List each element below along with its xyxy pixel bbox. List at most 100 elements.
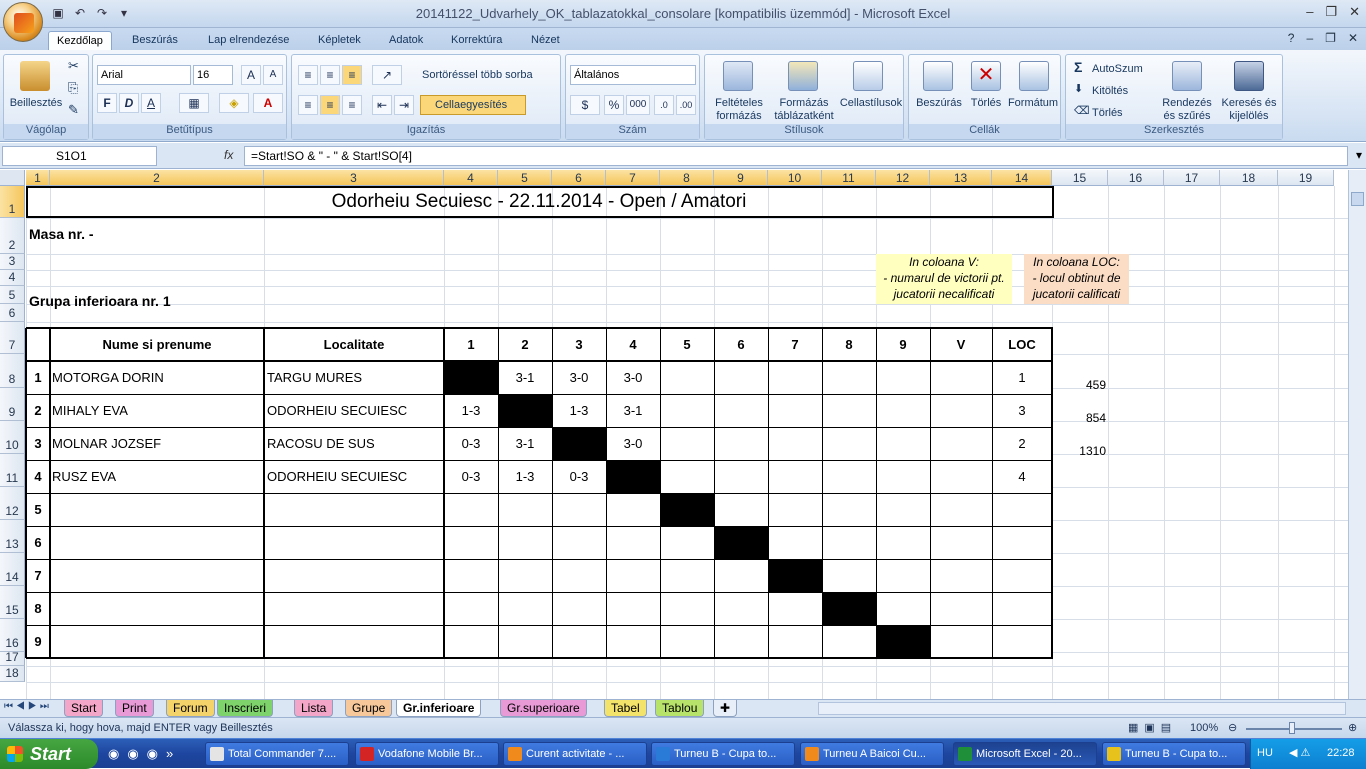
taskbar-task[interactable]: Curent activitate - ... (503, 742, 647, 766)
font-size-select[interactable]: 16 (193, 65, 233, 85)
paste-button[interactable]: Beillesztés (6, 97, 66, 110)
format-as-table-button[interactable]: Formázás táblázatként (771, 97, 837, 123)
insert-sheet-icon[interactable]: ✚ (713, 700, 738, 717)
font-color-icon[interactable]: A (253, 93, 283, 113)
column-header[interactable]: 16 (1108, 170, 1164, 186)
fill-button[interactable]: Kitöltés (1092, 85, 1128, 98)
row-header[interactable]: 15 (0, 586, 25, 619)
tab-beszuras[interactable]: Beszúrás (124, 31, 186, 50)
row-header[interactable]: 2 (0, 218, 25, 254)
row-header[interactable]: 10 (0, 421, 25, 454)
column-header[interactable]: 18 (1220, 170, 1278, 186)
doc-restore-icon[interactable]: ❐ (1325, 31, 1336, 45)
currency-icon[interactable]: $ (570, 95, 600, 115)
tray-icons[interactable]: ◀ ⚠ (1289, 746, 1310, 759)
language-indicator[interactable]: HU (1257, 747, 1273, 759)
decrease-decimal-icon[interactable]: .00 (676, 95, 696, 115)
column-header[interactable]: 19 (1278, 170, 1334, 186)
row-header[interactable]: 11 (0, 454, 25, 487)
align-right-icon[interactable]: ≡ (342, 95, 362, 115)
font-name-select[interactable]: Arial (97, 65, 191, 85)
maximize-icon[interactable]: ❐ (1325, 4, 1337, 20)
help-icon[interactable]: ? (1288, 31, 1295, 45)
taskbar-task[interactable]: Vodafone Mobile Br... (355, 742, 499, 766)
borders-icon[interactable]: ▦ (179, 93, 209, 113)
sheet-nav-icon[interactable]: ⏮◀▶⏭ (4, 701, 52, 712)
doc-minimize-icon[interactable]: – (1306, 31, 1313, 45)
row-header[interactable]: 12 (0, 487, 25, 520)
tab-adatok[interactable]: Adatok (381, 31, 431, 50)
row-header[interactable]: 13 (0, 520, 25, 553)
quick-launch-icons[interactable]: ◉◉◉» (108, 746, 181, 762)
autosum-button[interactable]: AutoSzum (1092, 63, 1143, 76)
horizontal-scrollbar[interactable] (818, 702, 1346, 715)
worksheet-grid[interactable]: 1 2 3 4 5 6 7 8 9 10 11 12 13 14 15 16 17 18 19 1234567891… (0, 170, 1348, 699)
sheet-tab[interactable]: Lista (294, 700, 334, 717)
cut-icon[interactable]: ✂ (68, 59, 79, 72)
zoom-in-icon[interactable]: ⊕ (1348, 721, 1357, 734)
fill-color-icon[interactable]: ◈ (219, 93, 249, 113)
row-header[interactable]: 16 (0, 619, 25, 652)
insert-cells-button[interactable]: Beszúrás (913, 97, 965, 110)
find-select-button[interactable]: Keresés és kijelölés (1218, 97, 1280, 123)
sheet-tab[interactable]: Tabel (604, 700, 647, 717)
clear-button[interactable]: Törlés (1092, 107, 1123, 120)
formula-input[interactable]: =Start!SO & " - " & Start!SO[4] (244, 146, 1348, 166)
row-header[interactable]: 8 (0, 354, 25, 388)
zoom-out-icon[interactable]: ⊖ (1228, 721, 1237, 734)
sheet-tab[interactable]: Gr.superioare (500, 700, 587, 717)
align-left-icon[interactable]: ≡ (298, 95, 318, 115)
column-header[interactable]: 17 (1164, 170, 1220, 186)
format-painter-icon[interactable]: ✎ (68, 103, 79, 116)
bold-button[interactable]: F (97, 93, 117, 113)
minimize-icon[interactable]: – (1306, 4, 1313, 20)
increase-decimal-icon[interactable]: .0 (654, 95, 674, 115)
tab-lap-elrendezese[interactable]: Lap elrendezése (200, 31, 297, 50)
column-header[interactable]: 13 (930, 170, 992, 186)
column-header[interactable]: 15 (1052, 170, 1108, 186)
doc-close-icon[interactable]: ✕ (1348, 31, 1358, 45)
close-icon[interactable]: ✕ (1349, 4, 1360, 20)
tab-kepletek[interactable]: Képletek (310, 31, 369, 50)
delete-cells-button[interactable]: Törlés (965, 97, 1007, 110)
sheet-tab[interactable]: Tablou (655, 700, 705, 717)
shrink-font-icon[interactable]: A (263, 65, 283, 85)
column-header[interactable]: 3 (264, 170, 444, 186)
align-bottom-icon[interactable]: ≡ (342, 65, 362, 85)
column-header[interactable]: 10 (768, 170, 822, 186)
decrease-indent-icon[interactable]: ⇤ (372, 95, 392, 115)
view-buttons-icon[interactable]: ▦▣▤ (1128, 721, 1177, 734)
cell-styles-button[interactable]: Cellastílusok (839, 97, 903, 110)
row-header[interactable]: 9 (0, 388, 25, 421)
taskbar-task[interactable]: Turneu B - Cupa to... (1102, 742, 1246, 766)
row-header[interactable]: 1 (0, 186, 25, 218)
underline-button[interactable]: A (141, 93, 161, 113)
column-header[interactable]: 1 (26, 170, 50, 186)
tab-korrektura[interactable]: Korrektúra (443, 31, 510, 50)
sheet-tab[interactable]: Inscrieri (217, 700, 274, 717)
taskbar-task[interactable]: Turneu A Baicoi Cu... (800, 742, 944, 766)
align-middle-icon[interactable]: ≡ (320, 65, 340, 85)
office-button[interactable] (3, 2, 43, 42)
align-top-icon[interactable]: ≡ (298, 65, 318, 85)
copy-icon[interactable]: ⎘ (68, 81, 78, 94)
vertical-scrollbar[interactable] (1348, 170, 1366, 699)
thousands-button[interactable]: 000 (626, 95, 650, 115)
tab-nezet[interactable]: Nézet (523, 31, 568, 50)
tab-kezdolap[interactable]: Kezdőlap (48, 31, 112, 50)
clock[interactable]: 22:28 (1327, 747, 1355, 759)
percent-button[interactable]: % (604, 95, 624, 115)
name-box[interactable]: S1O1 (2, 146, 157, 166)
taskbar-task[interactable]: Microsoft Excel - 20... (953, 742, 1097, 766)
zoom-level[interactable]: 100% (1190, 722, 1218, 734)
insert-function-icon[interactable]: fx (224, 148, 233, 162)
row-header[interactable]: 3 (0, 254, 25, 270)
sheet-tab[interactable]: Grupe (345, 700, 393, 717)
column-header[interactable]: 14 (992, 170, 1052, 186)
align-center-icon[interactable]: ≡ (320, 95, 340, 115)
column-header[interactable]: 5 (498, 170, 552, 186)
sort-filter-button[interactable]: Rendezés és szűrés (1156, 97, 1218, 123)
taskbar-task[interactable]: Total Commander 7.... (205, 742, 349, 766)
row-header[interactable]: 7 (0, 322, 25, 354)
italic-button[interactable]: D (119, 93, 139, 113)
